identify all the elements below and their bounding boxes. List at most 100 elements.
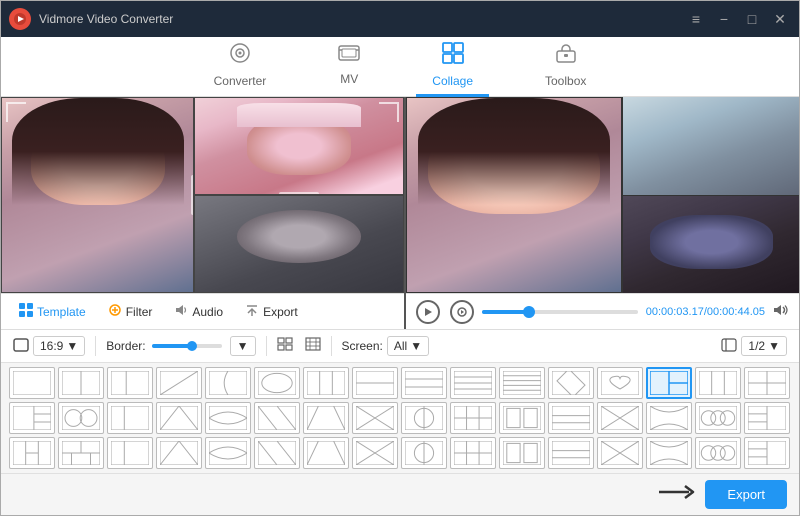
ratio-dropdown[interactable]: 16:9 ▼ [33, 336, 85, 356]
editor-toolbar: Template Filter Audio [1, 293, 404, 329]
template-cell-31[interactable] [744, 402, 790, 434]
title-bar-left: Vidmore Video Converter [9, 8, 173, 30]
template-cell-41[interactable] [450, 437, 496, 469]
export-toolbar-btn[interactable]: Export [235, 299, 308, 324]
template-cell-47[interactable] [744, 437, 790, 469]
volume-icon[interactable] [773, 303, 789, 320]
template-cell-34[interactable] [107, 437, 153, 469]
border-slider[interactable] [152, 344, 222, 348]
template-cell-16[interactable] [9, 402, 55, 434]
corner-handle-tl[interactable] [6, 102, 26, 122]
template-cell-43[interactable] [548, 437, 594, 469]
stop-button[interactable] [450, 300, 474, 324]
collage-icon [442, 42, 464, 70]
border-slider-container[interactable] [152, 344, 222, 348]
screen-control: Screen: All ▼ [342, 336, 430, 356]
page-dropdown[interactable]: 1/2 ▼ [741, 336, 787, 356]
template-cell-1[interactable] [58, 367, 104, 399]
tab-mv[interactable]: MV [322, 38, 376, 95]
template-cell-11[interactable] [548, 367, 594, 399]
template-cell-38[interactable] [303, 437, 349, 469]
play-button[interactable] [416, 300, 440, 324]
template-cell-23[interactable] [352, 402, 398, 434]
menu-button[interactable]: ≡ [685, 8, 707, 30]
template-cell-26[interactable] [499, 402, 545, 434]
tab-toolbox[interactable]: Toolbox [529, 36, 602, 97]
template-cell-28[interactable] [597, 402, 643, 434]
progress-dot[interactable] [523, 306, 535, 318]
template-cell-35[interactable] [156, 437, 202, 469]
export-row: Export [1, 473, 799, 515]
pattern-icon[interactable] [305, 337, 321, 356]
border-dropdown[interactable]: ▼ [230, 336, 256, 356]
screen-value: All [394, 339, 407, 353]
template-cell-29[interactable] [646, 402, 692, 434]
title-bar: Vidmore Video Converter ≡ − □ ✕ [1, 1, 799, 37]
border-control: Border: ▼ [106, 336, 255, 356]
template-cell-18[interactable] [107, 402, 153, 434]
template-cell-25[interactable] [450, 402, 496, 434]
template-cell-20[interactable] [205, 402, 251, 434]
grid-icon[interactable] [277, 337, 293, 356]
template-cell-9[interactable] [450, 367, 496, 399]
screen-dropdown[interactable]: All ▼ [387, 336, 429, 356]
preview-cell-room [623, 97, 799, 196]
template-cell-36[interactable] [205, 437, 251, 469]
template-cell-27[interactable] [548, 402, 594, 434]
export-button[interactable]: Export [705, 480, 787, 509]
main-content: Template Filter Audio [1, 97, 799, 329]
template-cell-37[interactable] [254, 437, 300, 469]
nav-bar: Converter MV Collage Toolbox [1, 37, 799, 97]
template-cell-46[interactable] [695, 437, 741, 469]
editor-panel: Template Filter Audio [1, 97, 406, 329]
template-cell-30[interactable] [695, 402, 741, 434]
tab-collage-label: Collage [432, 74, 473, 88]
template-cell-5[interactable] [254, 367, 300, 399]
template-cell-44[interactable] [597, 437, 643, 469]
template-cell-13[interactable] [646, 367, 692, 399]
audio-icon [174, 303, 188, 320]
collage-cell-main[interactable] [1, 97, 194, 293]
corner-handle-tr[interactable] [379, 102, 399, 122]
template-cell-15[interactable] [744, 367, 790, 399]
template-cell-17[interactable] [58, 402, 104, 434]
template-cell-10[interactable] [499, 367, 545, 399]
template-cell-4[interactable] [205, 367, 251, 399]
tab-collage[interactable]: Collage [416, 36, 489, 97]
template-btn[interactable]: Template [9, 299, 96, 324]
collage-cell-cake[interactable] [194, 97, 404, 195]
template-cell-39[interactable] [352, 437, 398, 469]
screen-label: Screen: [342, 339, 383, 353]
template-cell-45[interactable] [646, 437, 692, 469]
toolbox-icon [555, 42, 577, 70]
template-cell-21[interactable] [254, 402, 300, 434]
template-cell-14[interactable] [695, 367, 741, 399]
controls-row: 16:9 ▼ Border: ▼ [1, 330, 799, 363]
close-button[interactable]: ✕ [769, 8, 791, 30]
template-cell-2[interactable] [107, 367, 153, 399]
template-cell-42[interactable] [499, 437, 545, 469]
audio-btn[interactable]: Audio [164, 299, 233, 324]
template-cell-24[interactable] [401, 402, 447, 434]
template-cell-22[interactable] [303, 402, 349, 434]
minimize-button[interactable]: − [713, 8, 735, 30]
collage-cell-dark[interactable] [194, 195, 404, 293]
template-cell-19[interactable] [156, 402, 202, 434]
template-cell-0[interactable] [9, 367, 55, 399]
template-cell-3[interactable] [156, 367, 202, 399]
progress-bar[interactable] [482, 310, 638, 314]
template-cell-33[interactable] [58, 437, 104, 469]
template-cell-6[interactable] [303, 367, 349, 399]
filter-icon [108, 303, 122, 320]
template-cell-40[interactable] [401, 437, 447, 469]
template-cell-8[interactable] [401, 367, 447, 399]
filter-btn[interactable]: Filter [98, 299, 163, 324]
tab-converter[interactable]: Converter [198, 36, 283, 97]
collage-grid-left [1, 97, 404, 293]
template-cell-12[interactable] [597, 367, 643, 399]
template-cell-32[interactable] [9, 437, 55, 469]
filter-btn-label: Filter [126, 305, 153, 319]
template-btn-label: Template [37, 305, 86, 319]
maximize-button[interactable]: □ [741, 8, 763, 30]
template-cell-7[interactable] [352, 367, 398, 399]
